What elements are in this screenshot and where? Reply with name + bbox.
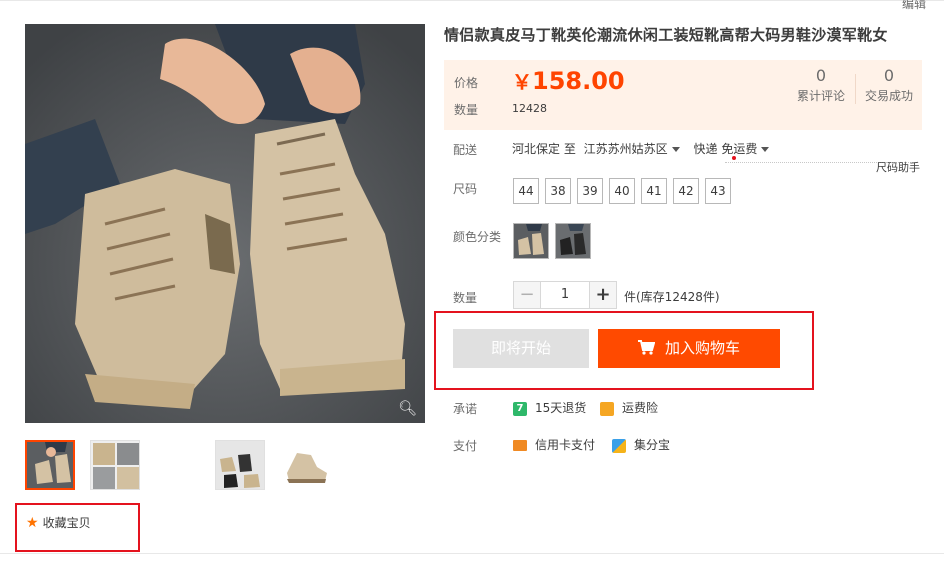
thumbnail-image bbox=[91, 441, 139, 489]
promise-label: 承诺 bbox=[453, 402, 478, 416]
price-panel: 价格 ￥158.00 数量 12428 0 累计评论 0 交易成功 bbox=[444, 60, 922, 130]
jifenbao-icon bbox=[612, 438, 626, 453]
product-title: 情侣款真皮马丁靴英伦潮流休闲工装短靴高帮大码男鞋沙漠军靴女 bbox=[444, 26, 888, 44]
return-7day-icon: 7 bbox=[513, 401, 527, 416]
size-option[interactable]: 40 bbox=[609, 178, 635, 204]
coming-soon-button[interactable]: 即将开始 bbox=[453, 329, 589, 368]
thumbnail-4[interactable] bbox=[280, 440, 330, 490]
main-product-image[interactable]: 🔍︎ bbox=[25, 24, 425, 423]
indicator-dot bbox=[732, 156, 736, 160]
sold-qty-label: 数量 bbox=[454, 103, 479, 117]
thumbnail-image bbox=[216, 441, 264, 489]
ship-method-dropdown[interactable]: 快递 免运费 bbox=[694, 142, 780, 156]
credit-label: 信用卡支付 bbox=[535, 438, 596, 452]
zoom-icon[interactable]: 🔍︎ bbox=[398, 399, 417, 417]
add-to-cart-button[interactable]: 加入购物车 bbox=[598, 329, 780, 368]
sales-count: 0 bbox=[883, 66, 895, 85]
size-option[interactable]: 43 bbox=[705, 178, 731, 204]
jifenbao-payment[interactable]: 集分宝 bbox=[612, 436, 670, 453]
price-value: ￥158.00 bbox=[512, 66, 625, 95]
size-option[interactable]: 41 bbox=[641, 178, 667, 204]
add-to-cart-label: 加入购物车 bbox=[664, 339, 740, 357]
size-option[interactable]: 42 bbox=[673, 178, 699, 204]
boots-photo bbox=[25, 24, 425, 423]
favorite-button[interactable]: ★ 收藏宝贝 bbox=[26, 514, 91, 531]
quantity-increase-button[interactable]: + bbox=[589, 281, 617, 309]
freight-insurance-service[interactable]: 运费险 bbox=[600, 399, 658, 416]
shipping-row: 河北保定 至 江苏苏州姑苏区 快递 免运费 bbox=[512, 140, 779, 157]
freight-label: 运费险 bbox=[622, 401, 659, 415]
price-amount: 158.00 bbox=[532, 67, 625, 95]
thumbnail-image bbox=[281, 441, 329, 489]
reviews-stat[interactable]: 0 累计评论 bbox=[796, 66, 846, 104]
credit-card-icon bbox=[513, 440, 527, 451]
favorite-label: 收藏宝贝 bbox=[42, 516, 91, 530]
thumbnail-2[interactable] bbox=[90, 440, 140, 490]
jifenbao-label: 集分宝 bbox=[634, 438, 671, 452]
chevron-down-icon bbox=[671, 147, 680, 152]
quantity-label: 数量 bbox=[453, 291, 478, 305]
color-swatch-image bbox=[514, 224, 548, 258]
thumbnail-3[interactable] bbox=[215, 440, 265, 490]
color-option-khaki[interactable] bbox=[513, 223, 549, 259]
color-swatch-image bbox=[556, 224, 590, 258]
ship-from: 河北保定 至 bbox=[512, 142, 576, 156]
bottom-border bbox=[0, 553, 944, 554]
quantity-input[interactable]: 1 bbox=[541, 281, 589, 309]
sales-label: 交易成功 bbox=[864, 89, 913, 103]
currency-symbol: ￥ bbox=[512, 70, 532, 94]
size-option[interactable]: 44 bbox=[513, 178, 539, 204]
ship-method-value: 快递 免运费 bbox=[693, 142, 758, 156]
shipping-label: 配送 bbox=[453, 143, 478, 157]
ship-to-value: 江苏苏州姑苏区 bbox=[583, 142, 668, 156]
edit-link[interactable]: 编辑 bbox=[902, 0, 926, 12]
chevron-down-icon bbox=[761, 147, 770, 152]
top-border bbox=[0, 0, 944, 1]
freight-insurance-icon bbox=[600, 401, 614, 416]
price-label: 价格 bbox=[454, 76, 479, 90]
thumbnail-1[interactable] bbox=[25, 440, 75, 490]
payment-label: 支付 bbox=[453, 439, 478, 453]
color-label: 颜色分类 bbox=[453, 230, 502, 244]
cart-icon bbox=[637, 339, 656, 355]
star-icon: ★ bbox=[26, 515, 39, 531]
size-label: 尺码 bbox=[453, 182, 478, 196]
ship-to-dropdown[interactable]: 江苏苏州姑苏区 bbox=[584, 142, 690, 156]
return-label: 15天退货 bbox=[535, 401, 587, 415]
size-helper-link[interactable]: 尺码助手 bbox=[876, 159, 920, 175]
return-service[interactable]: 7 15天退货 bbox=[513, 399, 586, 416]
size-option[interactable]: 38 bbox=[545, 178, 571, 204]
stock-text: 件(库存12428件) bbox=[624, 290, 720, 304]
sales-stat: 0 交易成功 bbox=[862, 66, 916, 104]
color-option-black[interactable] bbox=[555, 223, 591, 259]
reviews-count: 0 bbox=[815, 66, 827, 85]
size-option[interactable]: 39 bbox=[577, 178, 603, 204]
credit-card-payment[interactable]: 信用卡支付 bbox=[513, 436, 595, 453]
stat-divider bbox=[855, 74, 856, 104]
thumbnail-image bbox=[27, 442, 73, 488]
reviews-label: 累计评论 bbox=[796, 89, 845, 103]
quantity-decrease-button[interactable]: − bbox=[513, 281, 541, 309]
sold-qty-value: 12428 bbox=[512, 102, 547, 115]
